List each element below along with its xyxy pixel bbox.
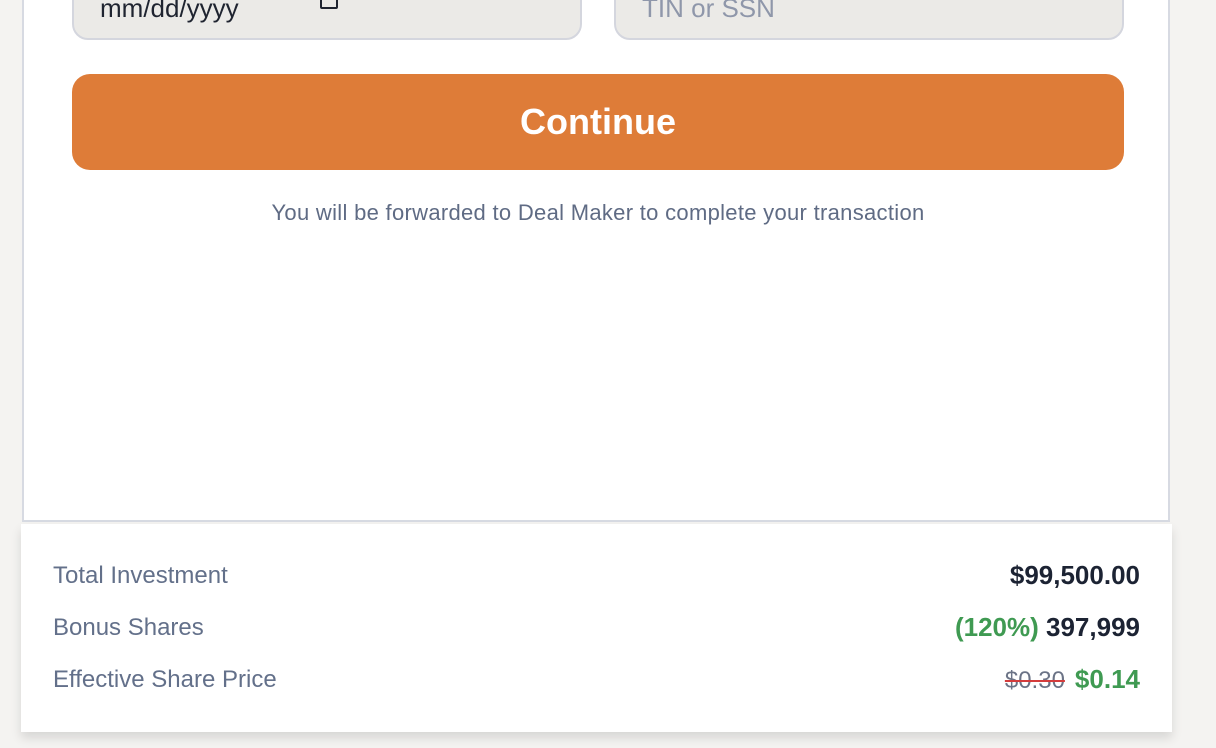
- effective-price-label: Effective Share Price: [53, 666, 277, 693]
- investment-summary: Total Investment $99,500.00 Bonus Shares…: [21, 524, 1172, 732]
- bonus-shares-value: 397,999: [1046, 612, 1140, 642]
- bonus-shares-value-group: (120%) 397,999: [955, 612, 1140, 643]
- original-price: $0.30: [1004, 667, 1065, 694]
- continue-button[interactable]: Continue: [72, 74, 1124, 170]
- bonus-shares-percent: (120%): [954, 612, 1039, 642]
- summary-row-effective-share-price: Effective Share Price $0.30 $0.14: [53, 660, 1140, 700]
- total-investment-value: $99,500.00: [1009, 560, 1140, 590]
- effective-price-value-group: $0.30 $0.14: [1005, 664, 1140, 695]
- tin-ssn-input[interactable]: TIN or SSN: [614, 0, 1124, 40]
- effective-price: $0.14: [1074, 664, 1140, 694]
- summary-row-bonus-shares: Bonus Shares (120%) 397,999: [53, 608, 1140, 648]
- summary-row-total-investment: Total Investment $99,500.00: [53, 556, 1140, 596]
- calendar-icon[interactable]: [320, 0, 338, 9]
- total-investment-label: Total Investment: [53, 562, 228, 589]
- date-placeholder: mm/dd/yyyy: [100, 0, 239, 23]
- investment-form-card: mm/dd/yyyy TIN or SSN Continue You will …: [22, 0, 1170, 522]
- page: mm/dd/yyyy TIN or SSN Continue You will …: [0, 0, 1216, 748]
- tin-placeholder: TIN or SSN: [642, 0, 775, 23]
- forward-note: You will be forwarded to Deal Maker to c…: [271, 200, 925, 225]
- date-of-birth-input[interactable]: mm/dd/yyyy: [72, 0, 582, 40]
- bonus-shares-label: Bonus Shares: [53, 614, 204, 641]
